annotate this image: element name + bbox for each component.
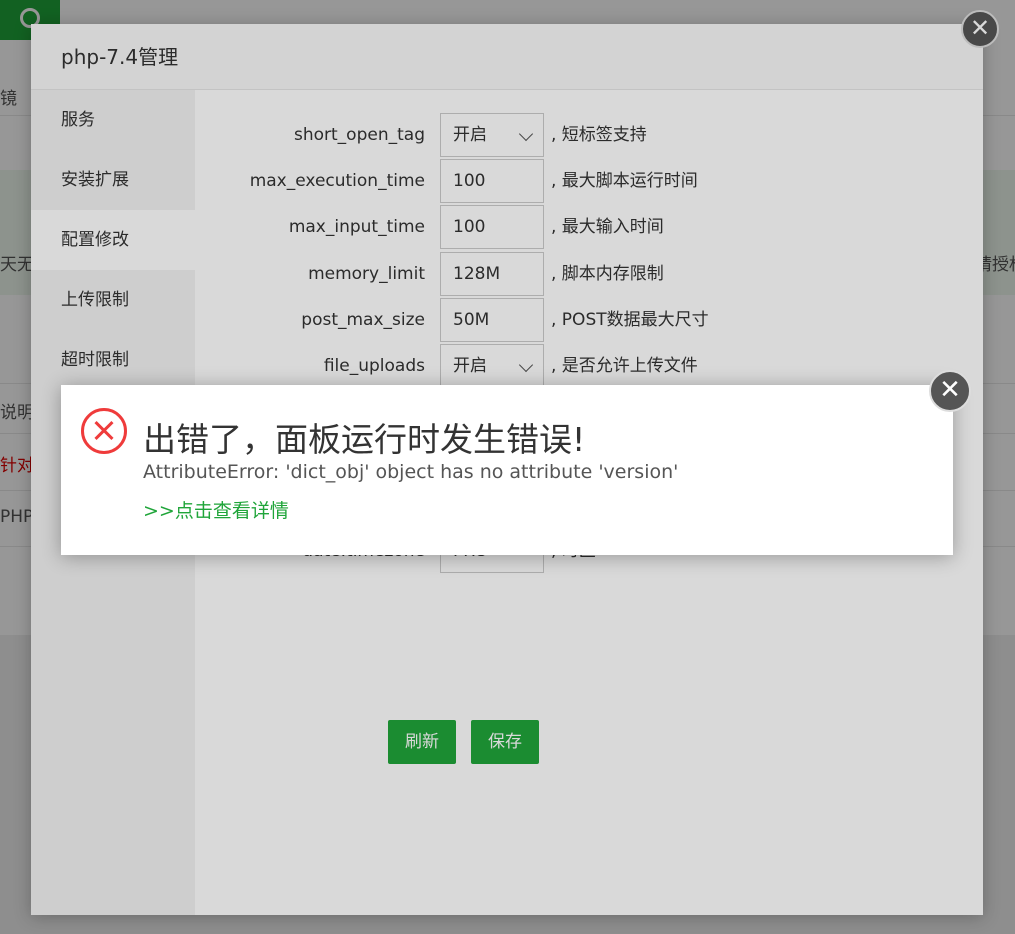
error-icon [81, 408, 127, 454]
error-details-link[interactable]: >>点击查看详情 [143, 496, 289, 523]
error-dialog: 出错了，面板运行时发生错误! AttributeError: 'dict_obj… [61, 385, 953, 555]
error-message: AttributeError: 'dict_obj' object has no… [143, 461, 679, 483]
error-close-icon[interactable]: ✕ [929, 370, 971, 412]
error-title: 出错了，面板运行时发生错误! [143, 420, 586, 459]
